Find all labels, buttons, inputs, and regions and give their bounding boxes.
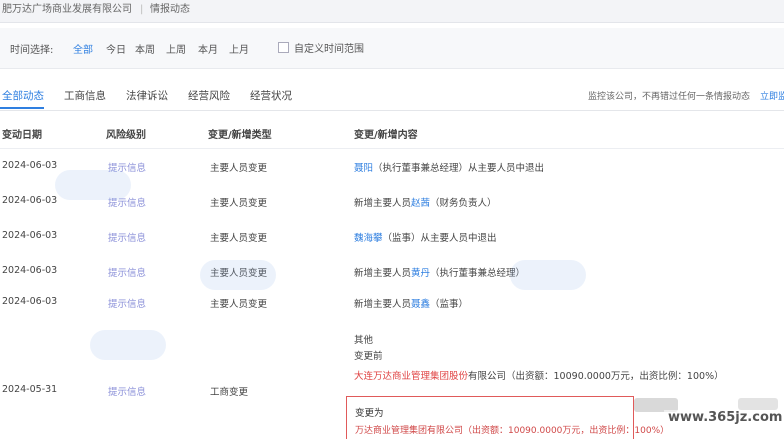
tab-operation-risk[interactable]: 经营风险 — [188, 88, 230, 103]
active-tab-indicator — [0, 107, 44, 109]
custom-range-toggle[interactable]: 自定义时间范围 — [278, 40, 364, 55]
tab-business-info[interactable]: 工商信息 — [64, 88, 106, 103]
row-content-post: （监事）从主要人员中退出 — [382, 233, 497, 244]
breadcrumb: 肥万达广场商业发展有限公司 | 情报动态 — [0, 0, 784, 23]
site-watermark: www.365jz.com — [664, 410, 784, 425]
change-before-content: 大连万达商业管理集团股份有限公司（出资额：10090.0000万元，出资比例：1… — [354, 368, 724, 382]
header-content: 变更/新增内容 — [354, 130, 418, 141]
row-date: 2024-06-03 — [2, 160, 58, 171]
time-filter-this-week[interactable]: 本周 — [135, 41, 155, 56]
row-risk[interactable]: 提示信息 — [108, 384, 146, 398]
change-field: 其他 — [354, 335, 374, 346]
time-filter-label: 时间选择: — [10, 45, 54, 56]
person-link[interactable]: 聂阳 — [354, 163, 373, 174]
person-link[interactable]: 黄丹 — [411, 268, 430, 279]
row-content: 聂阳（执行董事兼总经理）从主要人员中退出 — [354, 160, 544, 174]
row-date: 2024-05-31 — [2, 384, 58, 395]
row-content: 魏海攀（监事）从主要人员中退出 — [354, 230, 497, 244]
person-link[interactable]: 魏海攀 — [354, 233, 383, 244]
person-link[interactable]: 赵茜 — [411, 198, 430, 209]
row-content-pre: 新增主要人员 — [354, 299, 412, 310]
row-type: 主要人员变更 — [210, 163, 268, 174]
monitor-note: 监控该公司，不再错过任何一条情报动态 — [588, 92, 751, 102]
time-filter-this-month[interactable]: 本月 — [198, 41, 218, 56]
row-type: 主要人员变更 — [210, 198, 268, 209]
row-content-post: （执行董事兼总经理）从主要人员中退出 — [373, 163, 545, 174]
change-before-label: 变更前 — [354, 351, 383, 362]
table-header: 变动日期 风险级别 变更/新增类型 变更/新增内容 — [0, 112, 784, 149]
page: 肥万达广场商业发展有限公司 | 情报动态 时间选择: 全部 今日 本周 上周 本… — [0, 0, 784, 439]
custom-range-label: 自定义时间范围 — [294, 44, 364, 55]
tab-all-updates[interactable]: 全部动态 — [2, 88, 44, 103]
time-filter-bar: 时间选择: 全部 今日 本周 上周 本月 上月 自定义时间范围 — [0, 28, 784, 69]
highlight-box: 变更为 万达商业管理集团有限公司（出资额：10090.0000万元，出资比例：1… — [346, 396, 669, 439]
time-filter-last-month[interactable]: 上月 — [229, 41, 249, 56]
row-content-post: （监事） — [430, 299, 469, 310]
row-content: 新增主要人员黄丹（执行董事兼总经理） — [354, 265, 525, 279]
row-risk[interactable]: 提示信息 — [108, 296, 146, 310]
monitor-link[interactable]: 立即监 — [760, 89, 784, 102]
row-date: 2024-06-03 — [2, 230, 58, 241]
watermark-logo — [90, 330, 166, 360]
row-type: 主要人员变更 — [210, 299, 268, 310]
watermark-logo — [55, 170, 131, 200]
change-before-rest: 有限公司（出资额：10090.0000万元，出资比例：100%） — [468, 371, 724, 382]
person-link[interactable]: 聂鑫 — [411, 299, 430, 310]
time-filter-today[interactable]: 今日 — [106, 41, 126, 56]
row-date: 2024-06-03 — [2, 296, 58, 307]
breadcrumb-section: 情报动态 — [150, 4, 190, 15]
header-date: 变动日期 — [2, 130, 42, 141]
row-content: 新增主要人员聂鑫（监事） — [354, 296, 468, 310]
shareholder-link[interactable]: 大连万达商业管理集团股份 — [354, 371, 468, 382]
row-risk[interactable]: 提示信息 — [108, 230, 146, 244]
header-type: 变更/新增类型 — [208, 130, 272, 141]
category-tabs: 全部动态 工商信息 法律诉讼 经营风险 经营状况 监控该公司，不再错过任何一条情… — [0, 84, 784, 111]
checkbox-icon[interactable] — [278, 42, 289, 53]
header-risk: 风险级别 — [106, 130, 146, 141]
row-date: 2024-06-03 — [2, 265, 58, 276]
time-filter-last-week[interactable]: 上周 — [166, 41, 186, 56]
blurred-mark — [738, 398, 778, 410]
row-content-pre: 新增主要人员 — [354, 198, 412, 209]
watermark-logo — [200, 260, 276, 290]
row-risk[interactable]: 提示信息 — [108, 265, 146, 279]
change-after-label: 变更为 — [355, 408, 384, 419]
row-date: 2024-06-03 — [2, 195, 58, 206]
tab-operation-status[interactable]: 经营状况 — [250, 88, 292, 103]
watermark-logo — [510, 260, 586, 290]
row-content-post: （财务负责人） — [430, 198, 497, 209]
row-type: 主要人员变更 — [210, 233, 268, 244]
tab-legal[interactable]: 法律诉讼 — [126, 88, 168, 103]
change-after-content: 万达商业管理集团有限公司（出资额：10090.0000万元，出资比例：100%） — [355, 426, 670, 436]
breadcrumb-company[interactable]: 肥万达广场商业发展有限公司 — [2, 0, 132, 20]
row-content: 新增主要人员赵茜（财务负责人） — [354, 195, 497, 209]
breadcrumb-separator: | — [140, 4, 144, 15]
time-filter-all[interactable]: 全部 — [73, 41, 93, 56]
row-content-pre: 新增主要人员 — [354, 268, 412, 279]
row-type: 工商变更 — [210, 387, 249, 398]
